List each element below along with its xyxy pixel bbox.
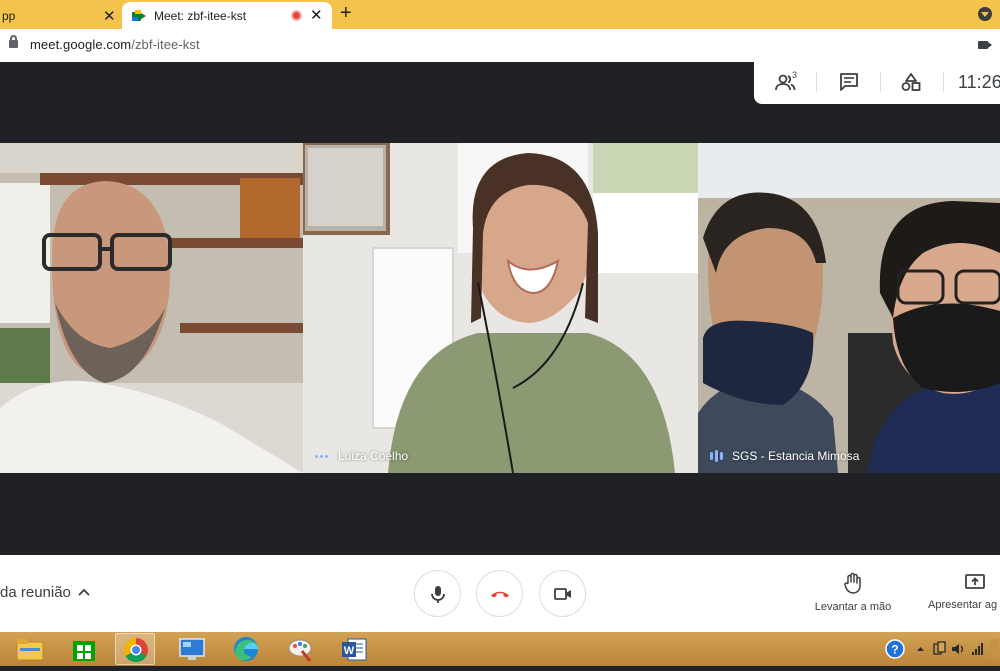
present-now-button[interactable]: Apresentar ag [928, 572, 1000, 616]
url-path: /zbf-itee-kst [131, 37, 200, 52]
camera-button[interactable] [539, 570, 586, 617]
video-tile-participant-1[interactable] [0, 143, 303, 473]
hangup-button[interactable] [476, 570, 523, 617]
store-icon[interactable] [64, 633, 104, 665]
svg-text:?: ? [891, 643, 898, 657]
more-dots-icon [315, 454, 328, 458]
folder-icon [16, 639, 44, 661]
chat-icon[interactable] [838, 73, 860, 91]
edge-icon[interactable] [226, 633, 266, 665]
meeting-clock: 11:26 [958, 72, 1000, 92]
recording-indicator-icon [291, 10, 302, 21]
present-label: Apresentar ag [928, 599, 998, 611]
url-host: meet.google.com [30, 37, 132, 52]
activities-icon[interactable] [900, 73, 922, 91]
tab-title: pp [2, 8, 16, 23]
meet-favicon-icon [132, 9, 146, 22]
volume-icon[interactable] [952, 644, 963, 654]
new-tab-button[interactable]: + [340, 2, 352, 25]
chrome-logo-icon [123, 638, 148, 663]
store-bag-icon [73, 641, 95, 661]
url-text[interactable]: meet.google.com/zbf-itee-kst [30, 37, 200, 52]
control-panel-icon[interactable] [172, 633, 212, 665]
participant-name-label: SGS - Estancia Mimosa [710, 449, 859, 463]
divider [943, 72, 944, 92]
participants-count: 3 [792, 70, 798, 80]
camera-icon [554, 588, 571, 600]
hand-icon [844, 572, 861, 594]
divider [880, 72, 881, 92]
speaking-indicator-icon [710, 450, 723, 462]
divider [816, 72, 817, 92]
chrome-icon[interactable] [115, 633, 155, 665]
file-explorer-icon[interactable] [10, 633, 50, 665]
signal-icon[interactable] [972, 643, 983, 655]
edge-logo-icon [234, 637, 258, 661]
participant-name: Luiza Coelho [338, 449, 409, 463]
network-icon[interactable] [933, 641, 946, 655]
system-tray: ? [884, 637, 1000, 661]
tray-icons: ? [885, 639, 998, 659]
palette-icon [288, 639, 312, 662]
raise-hand-label: Levantar a mão [814, 601, 892, 613]
help-icon[interactable]: ? [885, 639, 905, 659]
monitor-icon [179, 638, 205, 660]
show-hidden-icon[interactable] [917, 647, 924, 651]
video-tile-sgs-estancia-mimosa[interactable]: SGS - Estancia Mimosa [698, 143, 1000, 473]
present-screen-icon [965, 574, 985, 589]
word-logo-icon: W [342, 638, 367, 661]
participant-video [0, 143, 303, 473]
show-desktop-button[interactable] [990, 639, 998, 659]
paint-icon[interactable] [280, 633, 320, 665]
microphone-icon [431, 586, 445, 603]
tab-search-icon[interactable] [978, 7, 992, 21]
raise-hand-button[interactable]: Levantar a mão [808, 572, 898, 616]
browser-tab-meet[interactable]: Meet: zbf-itee-kst ✕ [122, 2, 332, 29]
video-tile-luiza-coelho[interactable]: Luiza Coelho [303, 143, 698, 473]
svg-text:W: W [344, 645, 355, 657]
camera-in-use-icon[interactable] [978, 41, 992, 49]
tab-title: Meet: zbf-itee-kst [154, 8, 247, 23]
browser-tab-previous[interactable]: pp ✕ [0, 2, 122, 29]
participant-video [698, 143, 1000, 473]
participant-name-label: Luiza Coelho [315, 449, 408, 463]
word-icon[interactable]: W [334, 633, 374, 665]
close-tab-icon[interactable]: ✕ [103, 7, 116, 25]
meeting-details-button[interactable]: da reunião [0, 584, 71, 601]
participant-name: SGS - Estancia Mimosa [732, 449, 860, 463]
hangup-icon [491, 591, 509, 598]
close-tab-icon[interactable]: ✕ [310, 6, 323, 24]
lock-icon[interactable] [9, 35, 18, 48]
microphone-button[interactable] [414, 570, 461, 617]
chevron-up-icon[interactable] [78, 586, 90, 598]
participant-video [303, 143, 698, 473]
